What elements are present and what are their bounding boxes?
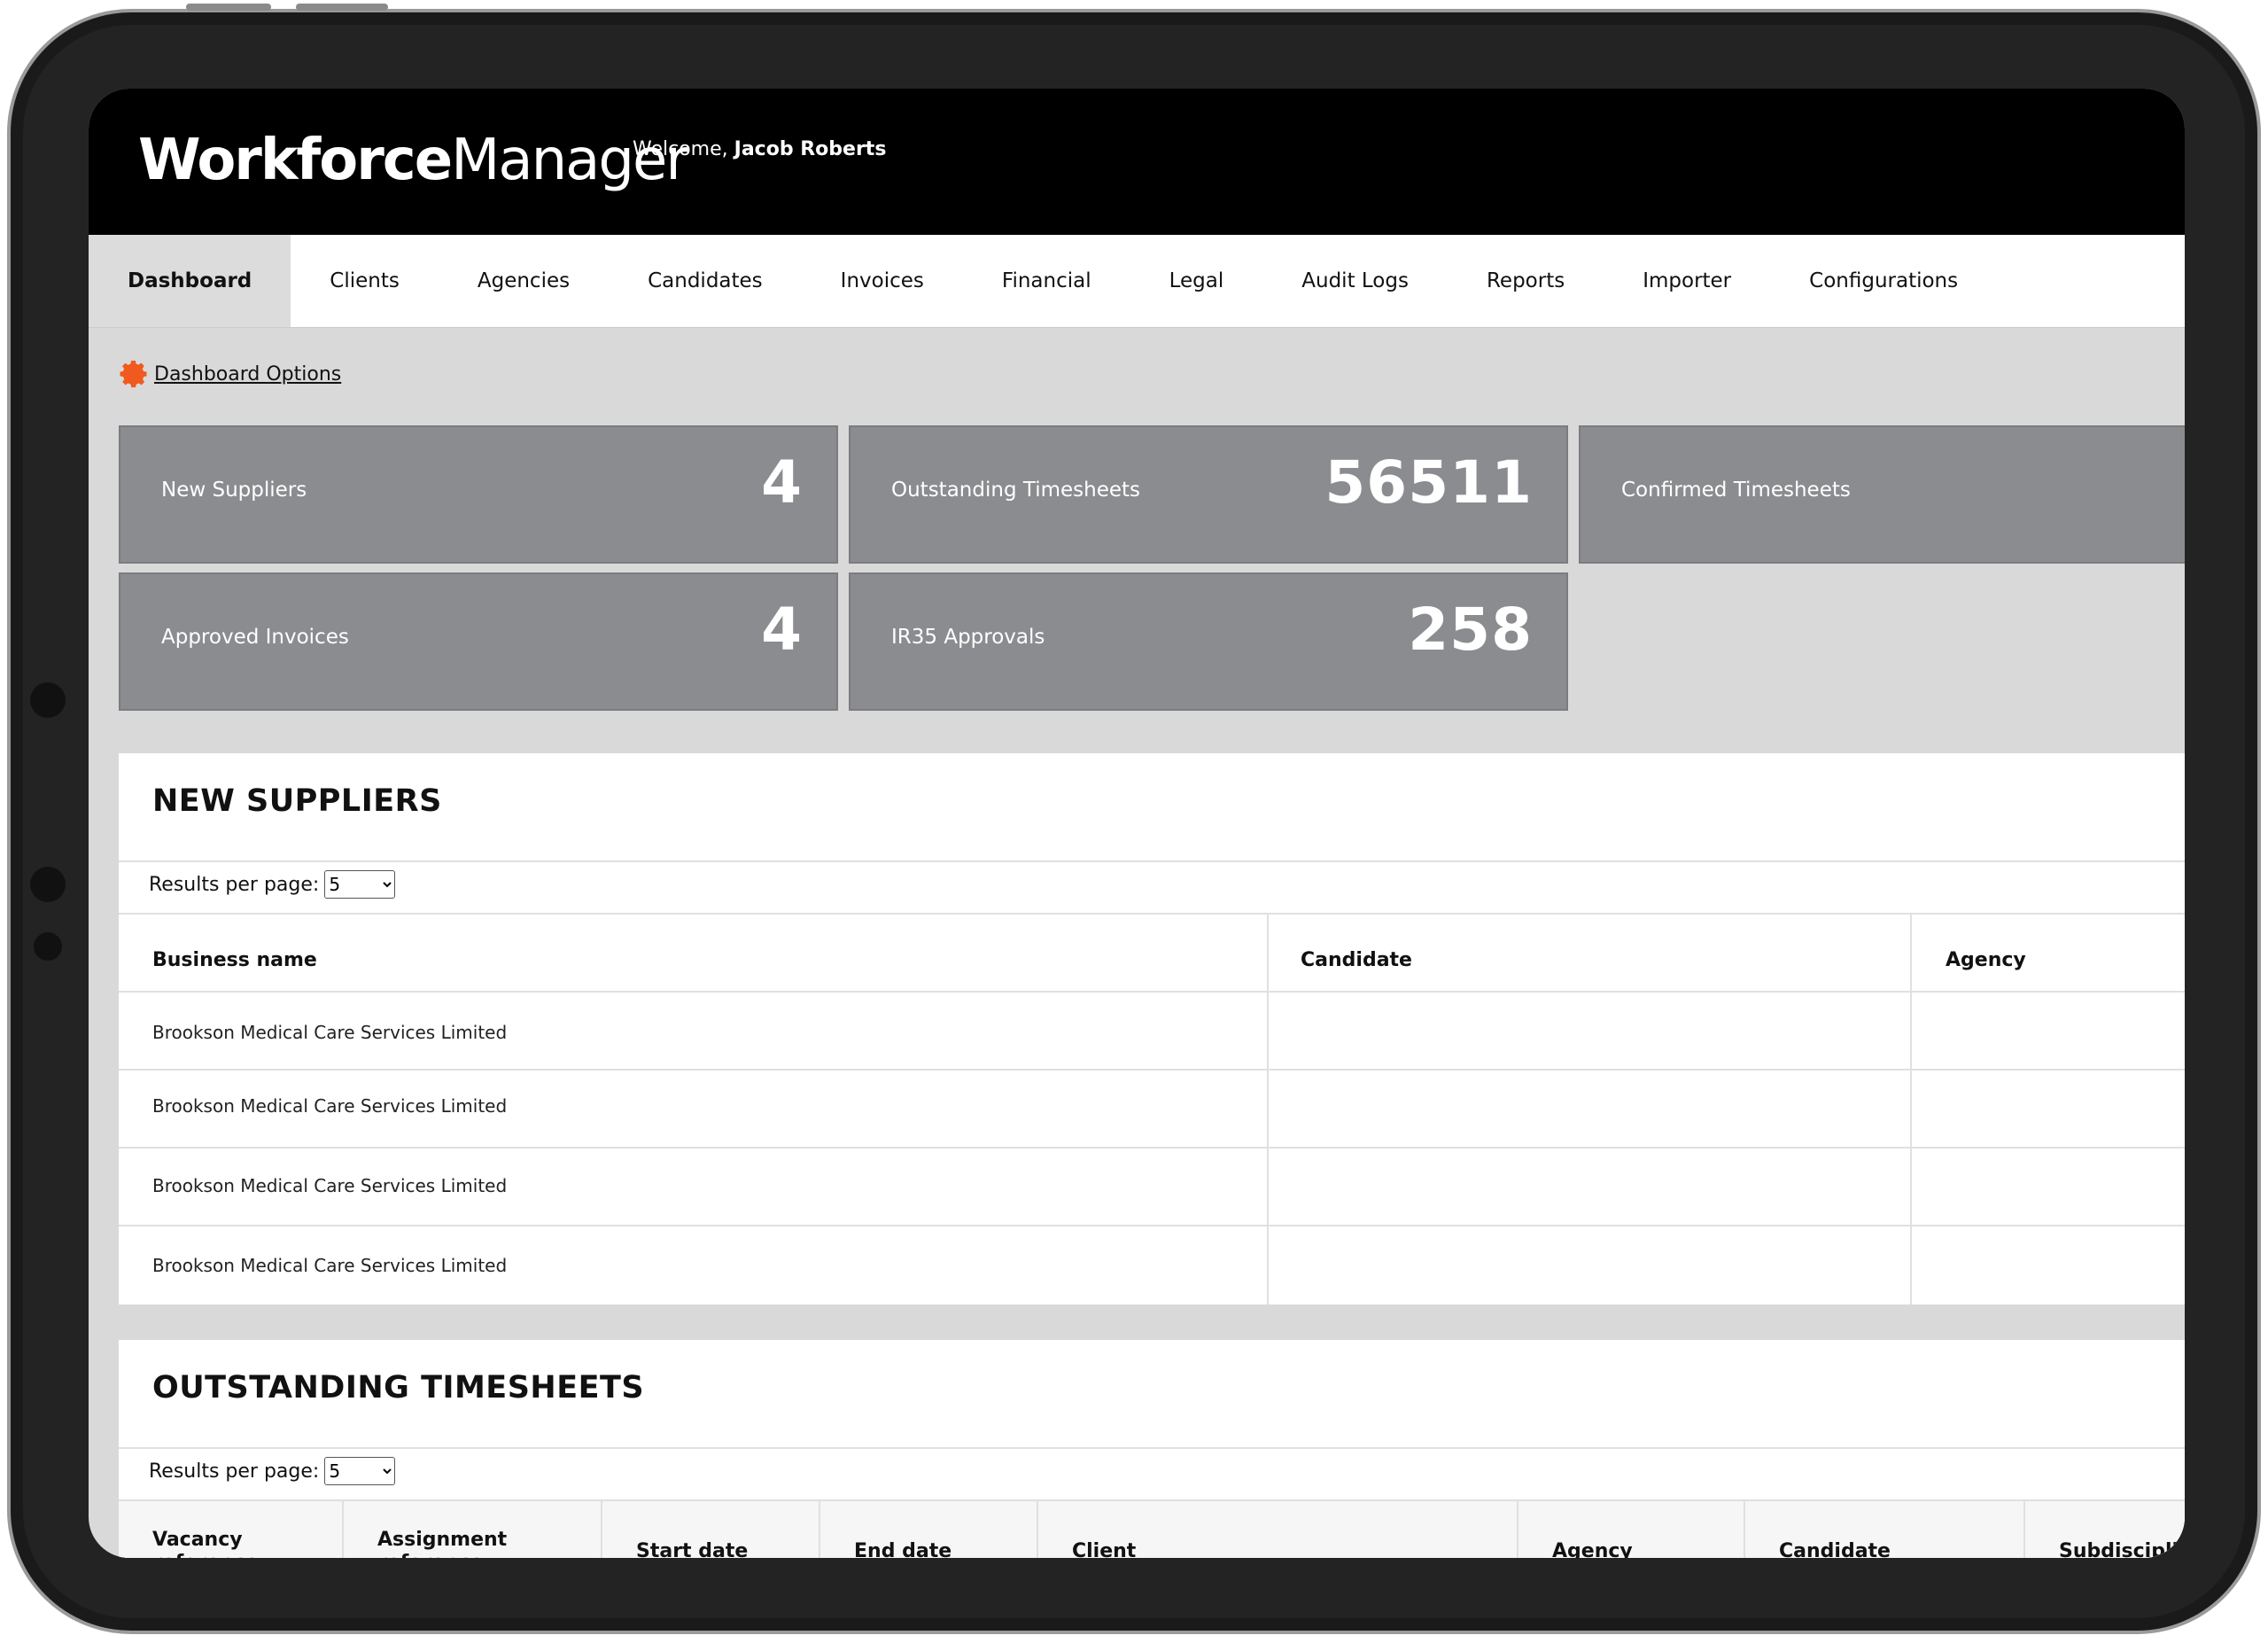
nav-financial[interactable]: Financial [963, 235, 1130, 327]
column-divider [819, 1499, 820, 1558]
column-divider [342, 1499, 344, 1558]
sensor-dot-2 [34, 932, 62, 961]
card-approved-invoices[interactable]: Approved Invoices 4 [119, 572, 838, 711]
logo-bold: Workforce [138, 128, 453, 193]
panel-title: OUTSTANDING TIMESHEETS [152, 1370, 645, 1406]
row-divider [119, 1069, 2185, 1071]
welcome-message: Welcome, Jacob Roberts [633, 138, 886, 160]
column-header-vacancy-reference[interactable]: Vacancy reference [152, 1529, 312, 1558]
outstanding-timesheets-panel: OUTSTANDING TIMESHEETS Results per page:… [119, 1340, 2185, 1558]
column-header-agency[interactable]: Agency [1946, 949, 2026, 971]
nav-legal[interactable]: Legal [1130, 235, 1263, 327]
column-header-agency[interactable]: Agency [1552, 1540, 1633, 1558]
new-suppliers-panel: NEW SUPPLIERS Results per page: 5 Busine… [119, 753, 2185, 1304]
column-header-subdiscipline[interactable]: Subdiscipline [2059, 1540, 2185, 1558]
card-label: Confirmed Timesheets [1621, 479, 1851, 502]
card-confirmed-timesheets[interactable]: Confirmed Timesheets [1579, 425, 2185, 564]
column-divider [2023, 1499, 2025, 1558]
results-per-page: Results per page: 5 [149, 1457, 396, 1485]
nav-audit-logs[interactable]: Audit Logs [1262, 235, 1448, 327]
column-header-candidate[interactable]: Candidate [1779, 1540, 1891, 1558]
volume-button-top-2 [296, 4, 388, 11]
dashboard-options-link[interactable]: Dashboard Options [119, 358, 341, 390]
column-divider [1267, 913, 1269, 1304]
column-divider [1037, 1499, 1038, 1558]
card-value: 258 [1408, 596, 1533, 664]
column-header-end-date[interactable]: End date [854, 1540, 951, 1558]
column-divider [601, 1499, 602, 1558]
divider [119, 1447, 2185, 1449]
card-value: 4 [761, 448, 803, 517]
card-ir35-approvals[interactable]: IR35 Approvals 258 [849, 572, 1568, 711]
user-name: Jacob Roberts [734, 138, 887, 160]
volume-button-top [186, 4, 271, 11]
camera-dot [30, 682, 66, 718]
results-per-page-label: Results per page: [149, 873, 320, 896]
column-header-client[interactable]: Client [1072, 1540, 1136, 1558]
row-divider [119, 1147, 2185, 1149]
column-header-business-name[interactable]: Business name [152, 949, 317, 971]
results-per-page-select[interactable]: 5 [324, 870, 396, 899]
nav-clients[interactable]: Clients [291, 235, 439, 327]
divider [119, 991, 2185, 993]
results-per-page-label: Results per page: [149, 1460, 320, 1483]
divider [119, 1499, 2185, 1501]
card-value: 4 [761, 596, 803, 664]
card-value: 56511 [1324, 448, 1533, 517]
column-divider [1517, 1499, 1518, 1558]
nav-configurations[interactable]: Configurations [1770, 235, 1997, 327]
table-cell[interactable]: Brookson Medical Care Services Limited [152, 1095, 507, 1117]
nav-agencies[interactable]: Agencies [439, 235, 609, 327]
row-divider [119, 1225, 2185, 1226]
nav-importer[interactable]: Importer [1604, 235, 1770, 327]
divider [119, 913, 2185, 915]
card-label: Approved Invoices [161, 626, 349, 649]
card-label: IR35 Approvals [891, 626, 1045, 649]
table-cell[interactable]: Brookson Medical Care Services Limited [152, 1255, 507, 1276]
sensor-dot [30, 867, 66, 902]
card-label: Outstanding Timesheets [891, 479, 1140, 502]
panel-title: NEW SUPPLIERS [152, 783, 442, 819]
results-per-page-select[interactable]: 5 [324, 1457, 396, 1485]
top-bar: WorkforceManager Welcome, Jacob Roberts [89, 89, 2185, 235]
column-header-assignment-reference[interactable]: Assignment reference [377, 1529, 590, 1558]
card-new-suppliers[interactable]: New Suppliers 4 [119, 425, 838, 564]
gear-icon [120, 361, 147, 388]
main-nav: Dashboard Clients Agencies Candidates In… [89, 235, 2185, 328]
column-divider [1910, 913, 1912, 1304]
dashboard-options-label: Dashboard Options [154, 362, 342, 385]
screen: WorkforceManager Welcome, Jacob Roberts … [89, 89, 2185, 1558]
welcome-prefix: Welcome, [633, 138, 728, 160]
nav-reports[interactable]: Reports [1448, 235, 1604, 327]
nav-invoices[interactable]: Invoices [802, 235, 963, 327]
card-label: New Suppliers [161, 479, 307, 502]
table-cell[interactable]: Brookson Medical Care Services Limited [152, 1175, 507, 1196]
column-header-candidate[interactable]: Candidate [1301, 949, 1412, 971]
table-cell[interactable]: Brookson Medical Care Services Limited [152, 1022, 507, 1043]
column-header-start-date[interactable]: Start date [636, 1540, 748, 1558]
nav-dashboard[interactable]: Dashboard [89, 235, 291, 327]
column-divider [1744, 1499, 1745, 1558]
app-logo[interactable]: WorkforceManager [138, 128, 689, 193]
card-outstanding-timesheets[interactable]: Outstanding Timesheets 56511 [849, 425, 1568, 564]
results-per-page: Results per page: 5 [149, 870, 396, 899]
nav-candidates[interactable]: Candidates [609, 235, 802, 327]
divider [119, 860, 2185, 862]
